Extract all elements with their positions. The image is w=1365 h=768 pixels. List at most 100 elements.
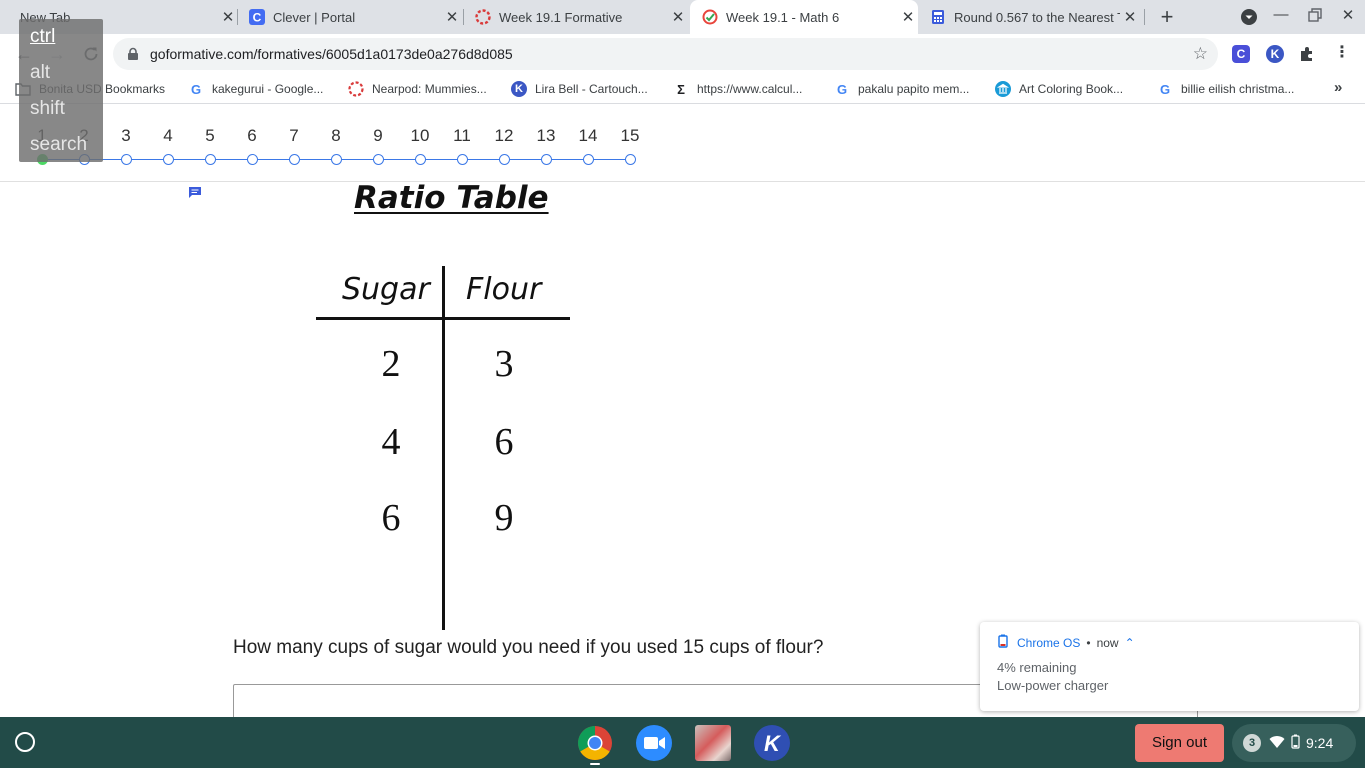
step-dot[interactable] [204,154,216,165]
close-icon[interactable]: ✕ [898,8,918,26]
bookmark-label: kakegurui - Google... [212,82,324,96]
wifi-icon [1269,735,1285,752]
calculator-icon [930,9,946,25]
launcher-circle-icon[interactable] [15,732,35,752]
tab-separator [1144,9,1145,25]
step-number[interactable]: 11 [447,126,477,146]
bookmarks-overflow-chevron-icon[interactable]: » [1334,79,1342,96]
bookmark-item[interactable]: G pakalu papito mem... [834,81,969,97]
comment-icon[interactable] [188,186,202,199]
bookmark-item[interactable]: Art Coloring Book... [995,81,1123,97]
step-number[interactable]: 14 [573,126,603,146]
chrome-icon[interactable] [577,725,613,761]
close-icon[interactable]: ✕ [218,8,238,26]
menu-kebab-icon[interactable]: ⋮ [1333,45,1351,63]
step-dot[interactable] [330,154,342,165]
kami-extension-icon[interactable]: K [1266,45,1284,63]
tab-title: Week 19.1 - Math 6 [726,9,840,25]
new-tab-plus-icon[interactable]: + [1156,4,1178,30]
step-dot[interactable] [624,154,636,165]
k-app-icon[interactable]: K [754,725,790,761]
bookmark-star-icon[interactable]: ☆ [1193,44,1208,64]
step-number[interactable]: 9 [363,126,393,146]
step-dot[interactable] [582,154,594,165]
step-number[interactable]: 7 [279,126,309,146]
key-alt: alt [30,62,51,83]
close-icon[interactable]: ✕ [668,8,688,26]
extensions-puzzle-icon[interactable] [1298,45,1316,63]
battery-notification[interactable]: Chrome OS • now ⌃ 4% remaining Low-power… [980,622,1359,711]
step-number[interactable]: 5 [195,126,225,146]
notification-line-1: 4% remaining [997,660,1077,675]
museum-icon [995,81,1011,97]
step-dot[interactable] [498,154,510,165]
bookmark-label: https://www.calcul... [697,82,803,96]
tab-week-19-1-formative[interactable]: Week 19.1 Formative ✕ [466,0,688,34]
bookmark-item[interactable]: Σ https://www.calcul... [673,81,802,97]
step-number[interactable]: 15 [615,126,645,146]
bookmark-label: billie eilish christma... [1181,82,1295,96]
tab-clever-portal[interactable]: C Clever | Portal ✕ [240,0,462,34]
step-dot[interactable] [456,154,468,165]
lock-icon[interactable] [126,47,140,61]
status-tray[interactable]: 3 9:24 [1232,724,1356,762]
chevron-up-icon[interactable]: ⌃ [1125,636,1135,650]
address-bar[interactable]: goformative.com/formatives/6005d1a0173de… [113,38,1218,70]
step-number[interactable]: 13 [531,126,561,146]
bookmark-item[interactable]: Nearpod: Mummies... [348,81,487,97]
photo-app-icon[interactable] [695,725,731,761]
bookmark-item[interactable]: G billie eilish christma... [1157,81,1294,97]
notification-header: Chrome OS • now ⌃ [997,634,1135,651]
notification-source: Chrome OS [1017,635,1081,650]
step-number[interactable]: 6 [237,126,267,146]
formative-check-icon [702,9,718,25]
battery-icon [1291,734,1300,752]
k-icon: K [511,81,527,97]
step-dot[interactable] [120,154,132,165]
ratio-table-cell: 9 [494,497,514,539]
key-shift: shift [30,98,65,119]
step-number[interactable]: 12 [489,126,519,146]
svg-text:K: K [764,731,782,756]
zoom-icon[interactable] [636,725,672,761]
keyboard-shortcut-overlay: ctrl alt shift search [19,19,103,162]
step-dot[interactable] [540,154,552,165]
question-text: How many cups of sugar would you need if… [233,637,824,658]
google-icon: G [190,81,202,97]
notification-count-badge: 3 [1243,734,1261,752]
tab-separator [237,9,238,25]
minimize-icon[interactable]: — [1270,6,1292,23]
restore-icon[interactable] [1304,8,1326,26]
step-dot[interactable] [246,154,258,165]
step-dot[interactable] [162,154,174,165]
bookmark-item[interactable]: G kakegurui - Google... [188,81,323,97]
bookmarks-bar: Bonita USD Bookmarks G kakegurui - Googl… [0,74,1365,104]
step-number[interactable]: 3 [111,126,141,146]
url-text: goformative.com/formatives/6005d1a0173de… [150,46,513,62]
formative-icon [475,9,491,25]
step-number[interactable]: 4 [153,126,183,146]
tab-strip: New Tab ✕ C Clever | Portal ✕ Week 19.1 … [0,0,1365,34]
close-icon[interactable]: ✕ [442,8,462,26]
clever-extension-icon[interactable]: C [1232,45,1250,63]
chromeos-shelf: K Sign out 3 9:24 [0,717,1365,768]
nearpod-icon [348,81,364,97]
bookmark-label: Art Coloring Book... [1019,82,1124,96]
step-number[interactable]: 10 [405,126,435,146]
close-icon[interactable]: ✕ [1120,8,1140,26]
close-window-icon[interactable]: ✕ [1337,6,1359,24]
tab-round-calculator[interactable]: Round 0.567 to the Nearest T ✕ [922,0,1140,34]
ratio-table-cell: 2 [381,343,401,385]
running-indicator [590,763,600,765]
tab-week-19-1-math-6[interactable]: Week 19.1 - Math 6 ✕ [690,0,918,34]
step-dot[interactable] [414,154,426,165]
step-dot[interactable] [372,154,384,165]
step-number[interactable]: 8 [321,126,351,146]
sign-out-button[interactable]: Sign out [1135,724,1224,762]
bookmark-item[interactable]: K Lira Bell - Cartouch... [511,81,648,97]
step-dot[interactable] [288,154,300,165]
tab-search-icon[interactable] [1238,8,1260,30]
tab-title: Week 19.1 Formative [499,9,623,25]
clock: 9:24 [1306,735,1334,751]
notification-line-2: Low-power charger [997,678,1109,693]
